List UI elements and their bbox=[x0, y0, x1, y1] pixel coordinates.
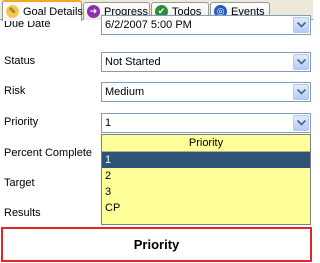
status-select[interactable]: Not Started bbox=[101, 52, 311, 72]
pencil-icon: ✎ bbox=[6, 5, 19, 18]
chevron-down-icon[interactable] bbox=[293, 115, 309, 131]
percent-complete-label: Percent Complete bbox=[4, 147, 93, 159]
dropdown-option[interactable]: 1 bbox=[102, 152, 310, 168]
risk-value: Medium bbox=[105, 86, 145, 98]
dropdown-option[interactable]: 3 bbox=[102, 184, 310, 200]
status-label: Status bbox=[4, 55, 36, 67]
chevron-down-icon[interactable] bbox=[293, 84, 309, 100]
chevron-down-icon[interactable] bbox=[293, 54, 309, 70]
tab-label: Goal Details bbox=[23, 5, 83, 18]
results-label: Results bbox=[4, 207, 41, 219]
field-description-box: Priority bbox=[1, 227, 312, 262]
due-date-field[interactable]: 6/2/2007 5:00 PM bbox=[101, 15, 311, 35]
risk-row: Risk Medium bbox=[0, 82, 313, 102]
priority-row: Priority 1 bbox=[0, 113, 313, 133]
priority-label: Priority bbox=[4, 116, 39, 128]
status-value: Not Started bbox=[105, 56, 161, 68]
priority-value: 1 bbox=[105, 117, 112, 129]
risk-select[interactable]: Medium bbox=[101, 82, 311, 102]
due-date-value: 6/2/2007 5:00 PM bbox=[105, 19, 192, 31]
field-description-title: Priority bbox=[133, 237, 180, 252]
priority-select[interactable]: 1 bbox=[101, 113, 311, 133]
priority-dropdown: Priority 1 2 3 CP bbox=[101, 134, 311, 225]
target-label: Target bbox=[4, 177, 35, 189]
dropdown-header: Priority bbox=[102, 135, 310, 152]
tab-goal-details[interactable]: ✎ Goal Details bbox=[2, 0, 83, 21]
dropdown-option[interactable]: 2 bbox=[102, 168, 310, 184]
risk-label: Risk bbox=[4, 85, 26, 97]
chevron-down-icon[interactable] bbox=[293, 17, 309, 33]
status-row: Status Not Started bbox=[0, 52, 313, 72]
dropdown-option[interactable]: CP bbox=[102, 200, 310, 216]
